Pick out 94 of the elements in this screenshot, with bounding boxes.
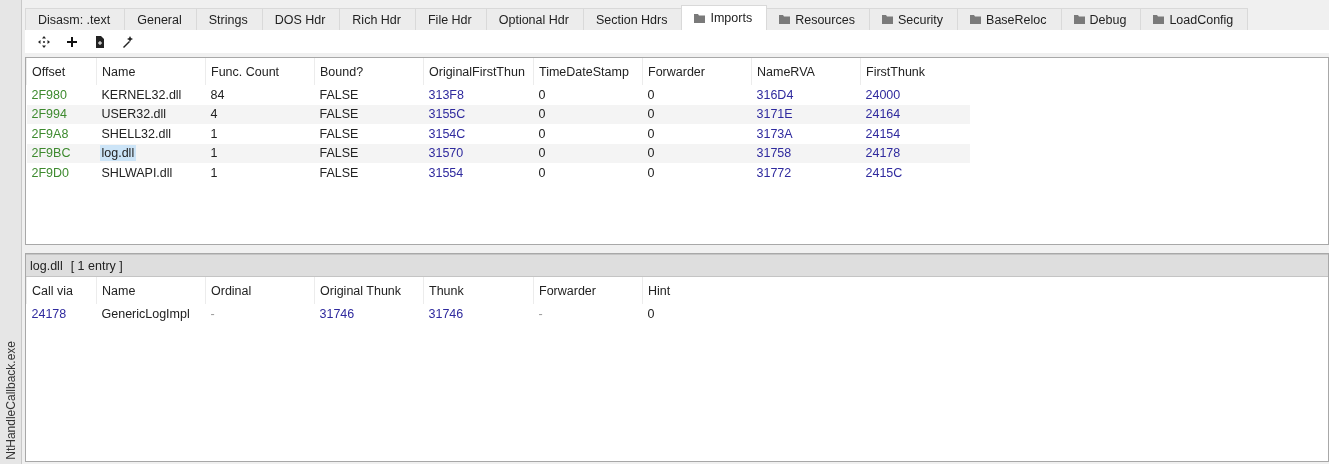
table-cell: 1 — [205, 163, 315, 183]
table-cell: FALSE — [314, 124, 424, 144]
table-cell[interactable]: GenericLogImpl — [101, 306, 190, 321]
file-name-label: NtHandleCallback.exe — [3, 341, 18, 460]
table-cell: FALSE — [314, 163, 424, 183]
table-cell: 31772 — [751, 163, 861, 183]
column-header[interactable]: Forwarder — [533, 277, 643, 304]
table-cell: 24000 — [860, 85, 970, 105]
table-cell: 0 — [642, 124, 752, 144]
table-cell: 316D4 — [751, 85, 861, 105]
wand-icon[interactable] — [122, 35, 134, 48]
table-cell: 0 — [642, 104, 752, 124]
table-cell[interactable]: log.dll — [99, 145, 137, 162]
tab[interactable]: File Hdr — [414, 8, 487, 30]
column-header[interactable]: Thunk — [423, 277, 534, 304]
table-cell: 2F9A8 — [26, 124, 97, 144]
table-cell: 0 — [642, 304, 752, 324]
table-cell: 0 — [642, 163, 752, 183]
tab[interactable]: Security — [868, 8, 959, 30]
column-header[interactable]: NameRVA — [751, 58, 861, 85]
table-cell: 31554 — [423, 163, 534, 183]
table-cell: FALSE — [314, 85, 424, 105]
column-header[interactable]: Original Thunk — [314, 277, 424, 304]
table-cell: 31746 — [314, 304, 424, 324]
table-cell[interactable]: SHELL32.dll — [101, 126, 171, 141]
tab[interactable]: Section Hdrs — [582, 8, 683, 30]
column-header[interactable]: Forwarder — [642, 58, 752, 85]
table-cell: 0 — [533, 143, 643, 163]
tab[interactable]: LoadConfig — [1140, 8, 1249, 30]
table-cell: 1 — [205, 143, 315, 163]
column-header[interactable]: Offset — [26, 58, 97, 85]
table-cell: 1 — [205, 124, 315, 144]
table-cell: 0 — [642, 143, 752, 163]
table-cell: 24178 — [26, 304, 97, 324]
table-cell: 24178 — [860, 143, 970, 163]
entry-count: [ 1 entry ] — [70, 258, 123, 273]
column-header[interactable]: Bound? — [314, 58, 424, 85]
column-header[interactable]: OriginalFirstThun — [423, 58, 534, 85]
folder-icon — [779, 15, 791, 24]
column-header[interactable]: Func. Count — [205, 58, 315, 85]
table-cell: 3154C — [423, 124, 534, 144]
dll-name: log.dll — [30, 258, 63, 273]
column-header[interactable]: FirstThunk — [860, 58, 970, 85]
table-cell: 31570 — [423, 143, 534, 163]
tab[interactable]: Optional Hdr — [485, 8, 584, 30]
table-cell: - — [533, 304, 643, 324]
table-cell: 0 — [533, 85, 643, 105]
table-cell: 2F994 — [26, 104, 97, 124]
tab[interactable]: Strings — [195, 8, 263, 30]
folder-icon — [970, 15, 982, 24]
tab[interactable]: BaseReloc — [957, 8, 1062, 30]
table-cell: 4 — [205, 104, 315, 124]
table-cell: 3173A — [751, 124, 861, 144]
plus-icon[interactable] — [66, 35, 78, 48]
table-cell: FALSE — [314, 104, 424, 124]
table-cell: 3171E — [751, 104, 861, 124]
tab[interactable]: Imports — [681, 5, 768, 30]
column-header[interactable]: TimeDateStamp — [533, 58, 643, 85]
tab[interactable]: Rich Hdr — [339, 8, 416, 30]
column-header[interactable]: Name — [96, 58, 206, 85]
table-cell[interactable]: KERNEL32.dll — [101, 87, 182, 102]
move-icon[interactable] — [38, 35, 50, 48]
column-header[interactable]: Ordinal — [205, 277, 315, 304]
table-cell: 0 — [642, 85, 752, 105]
table-cell[interactable]: SHLWAPI.dll — [101, 165, 173, 180]
table-cell: FALSE — [314, 143, 424, 163]
folder-icon — [881, 15, 893, 24]
column-header[interactable]: Call via — [26, 277, 97, 304]
table-cell: 2F9BC — [26, 143, 97, 163]
table-cell: 3155C — [423, 104, 534, 124]
table-cell: 2F9D0 — [26, 163, 97, 183]
table-cell: 0 — [533, 104, 643, 124]
table-cell: 31746 — [423, 304, 534, 324]
column-header[interactable]: Hint — [642, 277, 752, 304]
tab[interactable]: Resources — [766, 8, 870, 30]
table-cell: 0 — [533, 124, 643, 144]
table-cell: 0 — [533, 163, 643, 183]
column-header[interactable]: Name — [96, 277, 206, 304]
table-cell: - — [205, 304, 315, 324]
tab[interactable]: Debug — [1060, 8, 1142, 30]
tab[interactable]: DOS Hdr — [261, 8, 341, 30]
folder-icon — [694, 13, 706, 23]
table-cell: 313F8 — [423, 85, 534, 105]
table-cell: 2415C — [860, 163, 970, 183]
folder-icon — [1073, 15, 1085, 24]
table-cell: 24164 — [860, 104, 970, 124]
tab[interactable]: Disasm: .text — [25, 8, 126, 30]
folder-icon — [1153, 15, 1165, 24]
tab[interactable]: General — [124, 8, 197, 30]
table-cell: 24154 — [860, 124, 970, 144]
table-cell: 84 — [205, 85, 315, 105]
table-cell: 2F980 — [26, 85, 97, 105]
add-file-icon[interactable] — [94, 35, 106, 48]
table-cell: 31758 — [751, 143, 861, 163]
